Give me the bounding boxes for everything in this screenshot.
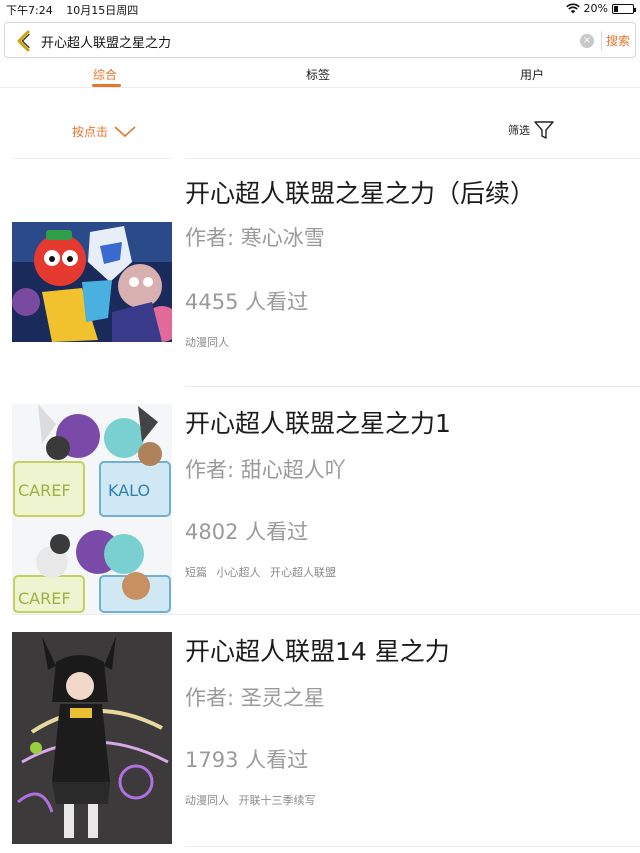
cover-image[interactable] [12, 222, 172, 342]
search-bar: 开心超人联盟之星之力 × 搜索 [4, 22, 636, 58]
battery-level [614, 5, 618, 12]
divider [185, 158, 640, 159]
result-tags: 动漫同人 [185, 334, 235, 350]
cover-image[interactable]: CAREF KALO CAREF [12, 404, 172, 615]
filter-button[interactable]: 筛选 [508, 120, 554, 140]
result-title[interactable]: 开心超人联盟14 星之力 [185, 632, 450, 668]
status-bar: 下午7:24 10月15日周四 20% [0, 0, 640, 18]
tag-label[interactable]: 开心超人联盟 [270, 566, 336, 579]
result-author: 作者: 寒心冰雪 [185, 226, 325, 250]
tag-label[interactable]: 小心超人 [217, 566, 261, 579]
svg-text:KALO: KALO [108, 481, 150, 500]
chevron-down-icon [114, 125, 136, 137]
wifi-icon [565, 3, 580, 14]
result-card[interactable]: 开心超人联盟14 星之力 作者: 圣灵之星 1793 人看过 动漫同人 开联十三… [0, 616, 640, 848]
search-input[interactable]: 开心超人联盟之星之力 [41, 32, 171, 51]
result-author: 作者: 圣灵之星 [185, 686, 325, 710]
sort-label: 按点击 [72, 125, 109, 139]
funnel-icon [534, 121, 554, 139]
filter-label: 筛选 [508, 124, 530, 137]
svg-text:CAREF: CAREF [18, 589, 71, 608]
tab-tags[interactable]: 标签 [306, 66, 330, 83]
back-chevron-icon[interactable] [13, 29, 35, 53]
tag-label[interactable]: 开联十三季续写 [239, 794, 316, 807]
result-title[interactable]: 开心超人联盟之星之力（后续） [185, 174, 535, 210]
clear-search-icon[interactable]: × [580, 34, 594, 48]
result-author: 作者: 甜心超人吖 [185, 458, 346, 482]
result-views: 4802 人看过 [185, 520, 309, 544]
divider [12, 158, 172, 159]
result-tags: 动漫同人 开联十三季续写 [185, 792, 322, 808]
search-button[interactable]: 搜索 [606, 32, 630, 49]
search-divider [601, 31, 602, 51]
status-date: 10月15日周四 [66, 4, 139, 17]
battery-icon [612, 3, 636, 14]
divider [185, 386, 640, 387]
tag-label[interactable]: 短篇 [185, 566, 207, 579]
divider [185, 846, 640, 847]
result-views: 4455 人看过 [185, 290, 309, 314]
result-tags: 短篇 小心超人 开心超人联盟 [185, 564, 342, 580]
tag-label[interactable]: 动漫同人 [185, 794, 229, 807]
result-card[interactable]: CAREF KALO CAREF 开心超人联盟之星之力1 作者: 甜心超人吖 4… [0, 388, 640, 615]
divider [12, 614, 640, 615]
sort-dropdown[interactable]: 按点击 [72, 123, 136, 140]
battery-percent: 20% [583, 2, 608, 15]
result-title[interactable]: 开心超人联盟之星之力1 [185, 404, 451, 440]
cover-image[interactable] [12, 632, 172, 844]
result-views: 1793 人看过 [185, 748, 309, 772]
active-tab-indicator [92, 84, 121, 87]
result-card[interactable]: 开心超人联盟之星之力（后续） 作者: 寒心冰雪 4455 人看过 动漫同人 [0, 160, 640, 386]
tab-users[interactable]: 用户 [520, 66, 544, 83]
svg-text:CAREF: CAREF [18, 481, 71, 500]
tab-comprehensive[interactable]: 综合 [93, 66, 117, 83]
status-left: 下午7:24 10月15日周四 [6, 2, 148, 18]
status-right: 20% [565, 2, 636, 15]
tag-label[interactable]: 动漫同人 [185, 336, 229, 349]
status-time: 下午7:24 [6, 4, 53, 17]
